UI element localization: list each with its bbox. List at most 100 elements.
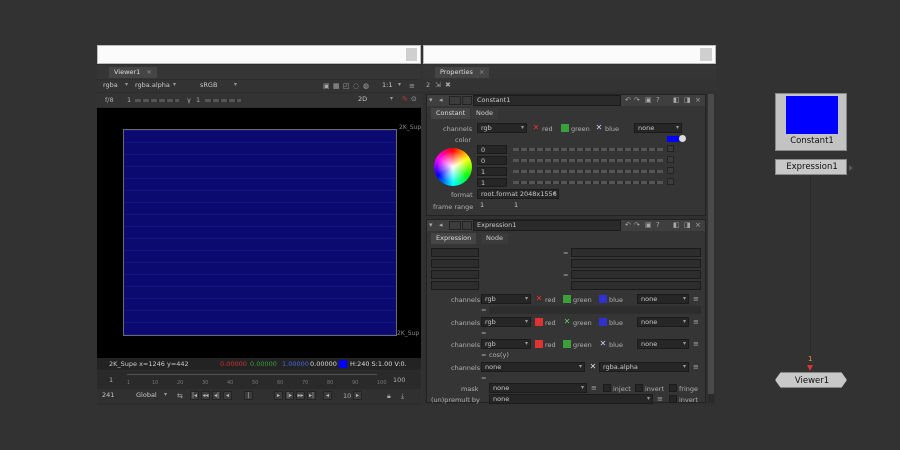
help-icon[interactable]: ? <box>656 221 660 229</box>
playback-mode-select[interactable]: Global <box>133 391 169 401</box>
paint-icon[interactable]: ✎ <box>402 95 408 103</box>
expression-node-handle[interactable] <box>849 165 853 171</box>
blue-checkbox[interactable] <box>599 318 607 326</box>
g-slider[interactable] <box>513 159 663 162</box>
format-select[interactable]: root.format 2048x1556 <box>477 189 559 199</box>
mask-select[interactable]: none <box>489 383 587 393</box>
node-graph[interactable]: Constant1 Expression1 1 Viewer1 <box>718 45 900 450</box>
color-r-field[interactable]: 0 <box>477 145 507 154</box>
gamma-value[interactable]: 1 <box>196 96 200 104</box>
channels-select[interactable]: rgba <box>100 81 130 91</box>
green-checkbox[interactable] <box>561 124 569 132</box>
frame-start-field[interactable]: 1 <box>477 201 511 211</box>
constant-node[interactable]: Constant1 <box>775 93 847 151</box>
close-icon[interactable]: × <box>146 68 151 76</box>
export-icon[interactable]: ⤓ <box>401 392 404 400</box>
play-back-button[interactable]: ◂ <box>223 391 232 400</box>
node-color-button[interactable] <box>449 221 461 230</box>
gain-slider[interactable] <box>135 99 179 102</box>
timeline-track[interactable]: 1 10 20 30 40 50 60 70 80 90 100 <box>127 374 387 386</box>
anim-g-button[interactable] <box>667 156 674 163</box>
color-a-field[interactable]: 1 <box>477 178 507 187</box>
anim-a-button[interactable] <box>667 178 674 185</box>
undo-icon[interactable]: ↶ <box>625 221 631 229</box>
lock-icon[interactable]: 🔒︎ <box>387 392 391 400</box>
properties-scrollbar-thumb[interactable] <box>708 94 714 394</box>
b-slider[interactable] <box>513 170 663 173</box>
next-key-button[interactable]: ▸▸ <box>296 391 305 400</box>
tab-viewer[interactable]: Viewer1 × <box>109 67 157 78</box>
view-mode-select[interactable]: 2D <box>355 95 395 105</box>
temp-expr-1[interactable] <box>571 248 701 257</box>
tab-node[interactable]: Node <box>481 233 508 244</box>
undo-icon[interactable]: ↶ <box>625 96 631 104</box>
viewer-canvas[interactable]: 2K_Sup 2K_Sup <box>97 108 421 358</box>
alpha-checkbox[interactable]: ✕ <box>589 363 597 371</box>
color-dot[interactable] <box>679 135 686 142</box>
blue-checkbox[interactable]: ✕ <box>599 340 607 348</box>
pipe[interactable] <box>810 176 811 369</box>
r-slider[interactable] <box>513 148 663 151</box>
collapse-icon[interactable]: ▾ <box>429 221 433 229</box>
tab-node[interactable]: Node <box>471 108 498 119</box>
redo-icon[interactable]: ↷ <box>634 221 640 229</box>
temp-name-3[interactable] <box>431 270 479 279</box>
premult-invert-checkbox[interactable] <box>669 395 677 403</box>
blue-checkbox[interactable] <box>599 295 607 303</box>
gamma-slider[interactable] <box>205 99 241 102</box>
properties-count[interactable]: 2 <box>426 81 430 89</box>
constant-name-field[interactable]: Constant1 <box>473 95 621 106</box>
temp-name-4[interactable] <box>431 281 479 290</box>
expression-name-field[interactable]: Expression1 <box>473 220 621 231</box>
clip-icon[interactable]: ◰ <box>343 82 350 90</box>
properties-scrollbar[interactable] <box>708 94 714 403</box>
premult-select[interactable]: none <box>489 394 653 404</box>
expr-cos[interactable]: cos(y) <box>489 351 509 359</box>
expression-node[interactable]: Expression1 <box>775 159 847 175</box>
name-color-button[interactable] <box>462 221 472 230</box>
min-icon[interactable]: ◧ <box>673 96 680 104</box>
expr-extra-select-2[interactable]: none <box>637 317 689 327</box>
temp-name-2[interactable] <box>431 259 479 268</box>
viewer-scroll-stub[interactable] <box>406 48 417 61</box>
red-checkbox[interactable]: ✕ <box>532 124 540 132</box>
clear-icon[interactable]: ✖ <box>445 81 451 89</box>
step-value[interactable]: 10 <box>343 392 351 400</box>
redo-icon[interactable]: ↷ <box>634 96 640 104</box>
expr-extra-select-1[interactable]: none <box>637 294 689 304</box>
viewer-node[interactable]: Viewer1 <box>775 372 847 388</box>
expr-field-1[interactable] <box>489 306 701 314</box>
last-frame-button[interactable]: ▸| <box>307 391 316 400</box>
red-checkbox[interactable] <box>535 318 543 326</box>
expr-channels-select-2[interactable]: rgb <box>481 317 531 327</box>
refresh-icon[interactable]: ◌ <box>353 82 359 90</box>
constant-extra-channel-select[interactable]: none <box>634 123 682 133</box>
expr-alpha-select[interactable]: rgba.alpha <box>599 362 689 372</box>
roi-icon[interactable]: ▣ <box>323 82 330 90</box>
color-wheel[interactable] <box>434 148 472 186</box>
green-checkbox[interactable]: ✕ <box>563 318 571 326</box>
close-icon[interactable]: × <box>479 68 484 76</box>
float-icon[interactable]: ◂ <box>439 96 443 104</box>
first-frame-button[interactable]: |◂ <box>190 391 199 400</box>
color-swatch[interactable] <box>667 136 679 142</box>
play-button[interactable]: ▸ <box>274 391 283 400</box>
float-icon[interactable]: ◂ <box>439 221 443 229</box>
green-checkbox[interactable] <box>563 340 571 348</box>
expr-channels-select-1[interactable]: rgb <box>481 294 531 304</box>
close-icon[interactable]: × <box>695 221 701 229</box>
tab-expression[interactable]: Expression <box>431 233 477 244</box>
collapse-icon[interactable]: ▾ <box>429 96 433 104</box>
red-checkbox[interactable]: ✕ <box>535 295 543 303</box>
close-icon[interactable]: × <box>695 96 701 104</box>
revert-icon[interactable]: ▣ <box>645 96 652 104</box>
tab-properties[interactable]: Properties × <box>435 67 490 78</box>
settings-icon[interactable]: ⊙ <box>411 95 417 103</box>
timeline[interactable]: 1 1 10 20 30 40 50 60 70 80 90 100 100 <box>97 371 421 389</box>
frame-field[interactable]: 241 <box>99 391 121 401</box>
frame-end-field[interactable]: 1 <box>511 201 545 211</box>
float-panel-icon[interactable]: ◨ <box>684 96 691 104</box>
green-checkbox[interactable] <box>563 295 571 303</box>
revert-icon[interactable]: ▣ <box>645 221 652 229</box>
name-color-button[interactable] <box>462 96 472 105</box>
